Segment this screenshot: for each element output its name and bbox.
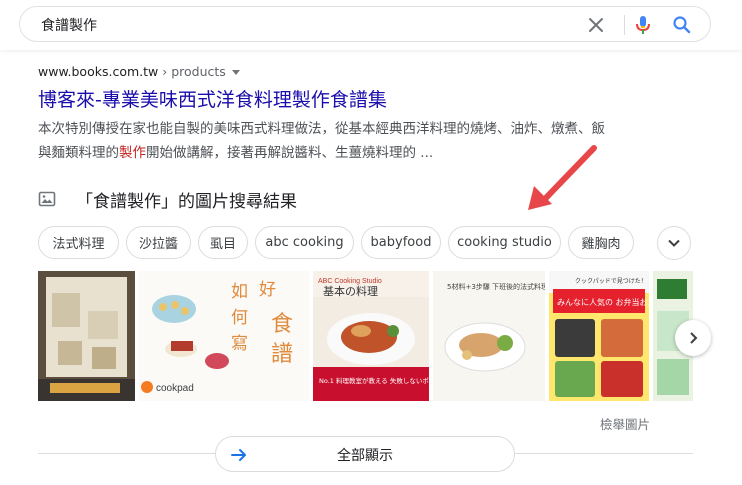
svg-text:食: 食 [271,312,293,337]
cover-text: ABC Cooking Studio [318,278,382,285]
image-results-header: 「食譜製作」的圖片搜尋結果 [38,185,297,213]
svg-text:寫: 寫 [231,334,248,354]
divider [624,15,625,35]
chip[interactable]: 雞胸肉 [568,226,634,259]
clear-icon[interactable] [586,15,606,35]
chip[interactable]: 沙拉醬 [126,226,191,259]
chip-label: 虱目 [209,237,236,252]
chip[interactable]: abc cooking [255,226,354,259]
chip-label: 沙拉醬 [138,237,178,252]
search-box[interactable]: 食譜製作 [19,6,711,42]
image-thumbnail[interactable]: クックパッドで見つけた！ みんなに人気の お弁当おかず [549,271,649,401]
svg-text:何: 何 [231,308,248,328]
chip[interactable]: 虱目 [198,226,248,259]
chip-label: cooking studio [457,235,552,250]
show-all-button[interactable]: 全部顯示 [215,436,515,472]
report-images-link[interactable]: 檢舉圖片 [600,414,650,433]
snippet-line: 本次特別傳授在家也能自製的美味西式料理做法，從基本經典西洋料理的燒烤、油炸、燉煮… [38,121,605,137]
snippet-text: 開始做講解，接著再解說醬料、生薑燒料理的 ... [146,145,434,161]
book-cover-image: ABC Cooking Studio 基本の料理 No.1 料理教室が教える 失… [313,271,429,401]
result-domain: www.books.com.tw [38,64,159,79]
image-icon [38,191,56,207]
result-title-link[interactable]: 博客來-專業美味西式洋食料理製作食譜集 [38,87,658,113]
svg-text:如: 如 [231,282,248,302]
image-results-title[interactable]: 「食譜製作」的圖片搜尋結果 [76,187,297,212]
more-chips-button[interactable] [657,226,691,260]
book-cover-image: 5材料+3步驟 下班後的法式料理 [444,282,545,372]
book-cover-image: クックパッドで見つけた！ みんなに人気の お弁当おかず [549,271,649,397]
cover-text: No.1 料理教室が教える 失敗しないポイントが満載！ [319,376,429,385]
chevron-down-icon [668,239,680,247]
chip[interactable]: 法式料理 [38,226,119,259]
cover-text: みんなに人気の お弁当おかず [557,297,649,307]
search-icon[interactable] [672,15,692,35]
svg-text:譜: 譜 [271,342,293,367]
top-bar: 食譜製作 [0,0,742,50]
refinement-chips: 法式料理 沙拉醬 虱目 abc cooking babyfood cooking… [38,226,693,260]
chip-label: abc cooking [265,235,344,250]
snippet-highlight: 製作 [119,145,146,161]
image-strip: cookpad 如 好 何 寫 食 譜 ABC Cooking Studio 基… [38,271,693,401]
recipe-illustration-image: cookpad 如 好 何 寫 食 譜 [141,280,293,394]
microphone-icon[interactable] [633,14,653,36]
chevron-right-icon [690,332,698,344]
book-cover-image [38,277,135,401]
result-path: › products [158,64,226,79]
show-all-label: 全部顯示 [337,448,393,464]
image-thumbnail[interactable]: cookpad 如 好 何 寫 食 譜 [139,271,309,401]
chip-label: babyfood [370,235,432,250]
cover-text: 基本の料理 [323,284,378,298]
cover-text: 5材料+3步驟 下班後的法式料理 [447,282,545,291]
image-thumbnail[interactable]: ABC Cooking Studio 基本の料理 No.1 料理教室が教える 失… [313,271,429,401]
caret-down-icon[interactable] [231,70,240,75]
annotation-arrow-icon [528,145,597,210]
cover-text: クックパッドで見つけた！ [575,278,647,285]
snippet-text: 與麵類料理的 [38,145,119,161]
chip-label: 法式料理 [52,237,105,252]
svg-text:好: 好 [259,280,276,300]
result-url[interactable]: www.books.com.tw › products [38,63,658,81]
chip[interactable]: babyfood [361,226,441,259]
cookpad-logo: cookpad [156,383,194,394]
image-thumbnail[interactable]: 5材料+3步驟 下班後的法式料理 [433,271,545,401]
image-thumbnail[interactable] [38,271,135,401]
chip[interactable]: cooking studio [448,226,561,259]
search-input[interactable]: 食譜製作 [41,15,97,35]
next-images-button[interactable] [675,320,711,356]
chip-label: 雞胸肉 [581,237,621,252]
